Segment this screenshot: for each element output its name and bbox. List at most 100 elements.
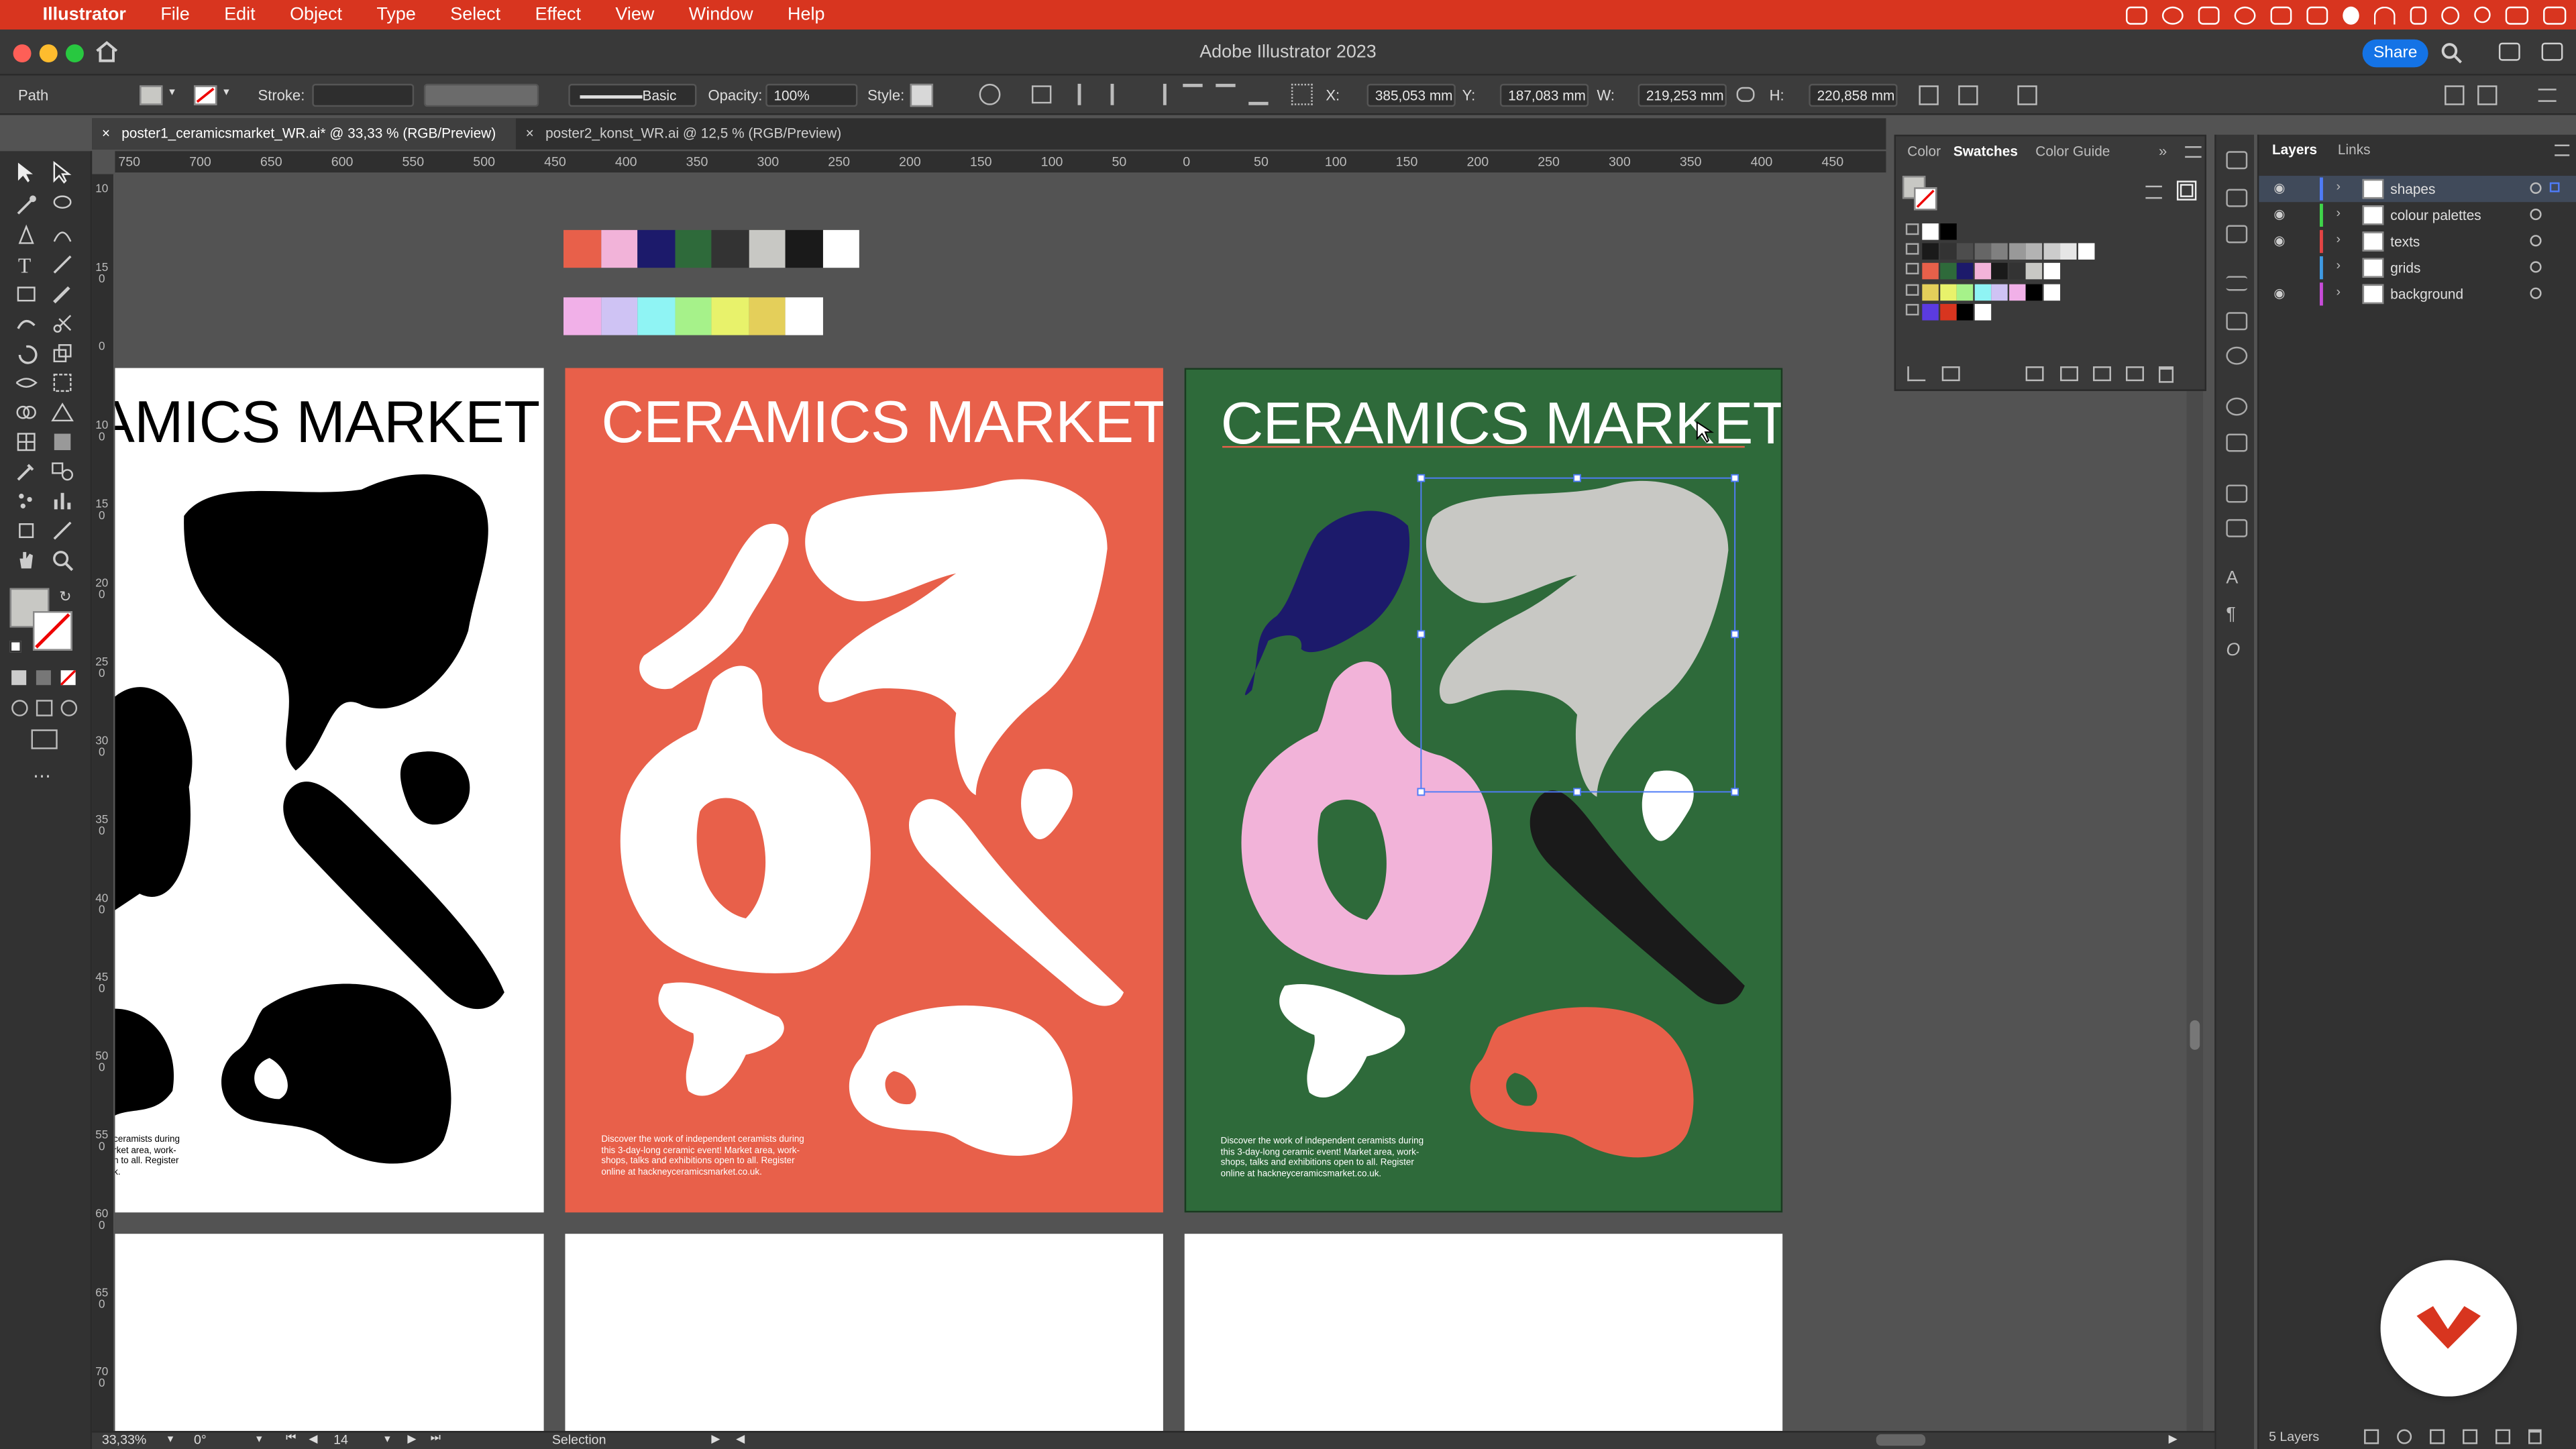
color-mode-icon[interactable] — [11, 670, 27, 686]
visibility-eye-icon[interactable]: ◉ — [2273, 180, 2285, 195]
x-field[interactable]: 385,053 mm — [1366, 83, 1456, 107]
layer-row[interactable]: ◉ › texts — [2259, 228, 2576, 254]
clipping-mask-icon[interactable] — [2430, 1429, 2445, 1444]
align-left-icon[interactable] — [1077, 83, 1097, 105]
swatch[interactable] — [1974, 263, 1990, 280]
chevron-down-icon[interactable]: ▾ — [169, 85, 175, 99]
opacity-field[interactable]: 100% — [765, 83, 858, 107]
align-right-icon[interactable] — [1146, 83, 1167, 105]
swatch[interactable] — [1974, 303, 1990, 321]
palette-swatch[interactable] — [564, 297, 601, 335]
expand-panel-icon[interactable]: » — [2159, 143, 2167, 159]
search-icon[interactable] — [2441, 43, 2463, 64]
swatch[interactable] — [1956, 243, 1974, 260]
color-group-folder-icon[interactable] — [1905, 263, 1919, 275]
last-artboard-icon[interactable]: ⏭ — [431, 1433, 441, 1446]
expand-chevron-icon[interactable]: › — [2336, 284, 2341, 299]
cc-icon[interactable] — [2126, 5, 2147, 24]
swap-colors-icon[interactable]: ↻ — [59, 588, 71, 606]
magic-wand-icon[interactable] — [15, 194, 38, 217]
search-icon[interactable] — [2474, 6, 2491, 23]
horizontal-scroll-thumb[interactable] — [1876, 1434, 1926, 1446]
locate-object-icon[interactable] — [2397, 1429, 2412, 1444]
panel-menu-icon[interactable] — [2185, 146, 2202, 158]
canvas[interactable]: AMICS MARKET t ceramists during arket ar… — [115, 174, 1886, 1432]
display-icon[interactable] — [2198, 5, 2220, 24]
swatch[interactable] — [2043, 283, 2059, 301]
chevron-down-icon[interactable]: ▾ — [168, 1433, 174, 1446]
collect-export-icon[interactable] — [2364, 1429, 2379, 1444]
swatch[interactable] — [1974, 283, 1990, 301]
rotate-tool-icon[interactable] — [15, 341, 38, 364]
tab-poster2[interactable]: × poster2_konst_WR.ai @ 12,5 % (RGB/Prev… — [516, 118, 861, 150]
artboard-number[interactable]: 14 — [333, 1433, 348, 1448]
artboard-poster-red[interactable]: CERAMICS MARKET Discover the work of ind… — [565, 368, 1163, 1213]
new-swatch-icon[interactable] — [2126, 366, 2144, 382]
draw-behind-icon[interactable] — [36, 700, 53, 716]
menu-help[interactable]: Help — [788, 5, 824, 24]
ceramic-shapes-coloured[interactable] — [1186, 370, 1782, 1212]
swatch[interactable] — [1939, 243, 1956, 260]
stroke-swatch[interactable] — [1914, 187, 1937, 211]
hamburger-icon[interactable] — [2538, 89, 2557, 102]
transform-icon[interactable] — [1919, 85, 1939, 105]
swatch[interactable] — [1956, 263, 1974, 280]
more-tools-icon[interactable]: ⋯ — [33, 765, 51, 787]
artboard-tool-icon[interactable] — [15, 519, 38, 542]
symbol-sprayer-icon[interactable] — [15, 490, 38, 513]
paragraph-icon[interactable]: ¶ — [2226, 605, 2247, 625]
stroke-color-box[interactable] — [32, 611, 72, 651]
palette-swatch[interactable] — [822, 229, 859, 267]
scale-tool-icon[interactable] — [51, 341, 74, 364]
libraries-icon[interactable] — [2226, 189, 2248, 207]
artboard-poster-white[interactable]: AMICS MARKET t ceramists during arket ar… — [115, 368, 544, 1213]
tab-poster1[interactable]: × poster1_ceramicsmarket_WR.ai* @ 33,33 … — [92, 118, 516, 150]
gradient-mode-icon[interactable] — [36, 670, 51, 686]
palette-swatch[interactable] — [600, 229, 638, 267]
swatch[interactable] — [2043, 243, 2059, 260]
swatch[interactable] — [2025, 263, 2043, 280]
swatch[interactable] — [1922, 223, 1939, 240]
isolate-icon[interactable] — [1958, 85, 1978, 105]
first-artboard-icon[interactable]: ⏮ — [286, 1433, 296, 1446]
palette-swatch[interactable] — [785, 297, 822, 335]
shaper-tool-icon[interactable] — [15, 312, 38, 335]
artboard-blank[interactable] — [1184, 1234, 1783, 1432]
list-view-icon[interactable] — [2145, 185, 2162, 199]
swatch[interactable] — [1922, 263, 1939, 280]
layer-row[interactable]: ◉ › shapes — [2259, 176, 2576, 203]
ceramic-shapes-white[interactable] — [565, 368, 1163, 1213]
cloud-icon[interactable] — [2234, 5, 2256, 24]
shape-builder-icon[interactable] — [15, 401, 38, 424]
user-icon[interactable] — [2441, 5, 2460, 24]
gradient-tool-icon[interactable] — [51, 431, 74, 453]
pen-tool-icon[interactable] — [15, 223, 38, 246]
reference-point-icon[interactable] — [1291, 83, 1313, 105]
menu-file[interactable]: File — [160, 5, 189, 24]
none-mode-icon[interactable] — [60, 669, 76, 686]
swatch[interactable] — [1939, 263, 1956, 280]
palette-swatch[interactable] — [711, 297, 749, 335]
status-menu-icon[interactable]: ▶ — [711, 1433, 720, 1446]
expand-chevron-icon[interactable]: › — [2336, 231, 2341, 246]
palette-swatch[interactable] — [564, 229, 601, 267]
character-icon[interactable]: A — [2226, 570, 2247, 588]
arrange-icon[interactable] — [2445, 85, 2465, 105]
close-tab-icon[interactable]: × — [102, 118, 110, 150]
chevron-down-icon[interactable]: ▾ — [223, 85, 229, 99]
workspace-icon[interactable] — [2498, 42, 2520, 61]
width-field[interactable]: 219,253 mm — [1638, 83, 1727, 107]
align-panel-icon[interactable] — [2226, 484, 2248, 503]
swatch[interactable] — [1939, 283, 1956, 301]
color-group-icon[interactable] — [2060, 366, 2078, 382]
screen-mode-icon[interactable] — [31, 729, 58, 749]
volume-icon[interactable] — [2410, 5, 2427, 24]
palette-swatch[interactable] — [748, 297, 786, 335]
menu-type[interactable]: Type — [376, 5, 415, 24]
palette-swatch[interactable] — [600, 297, 638, 335]
swatch[interactable] — [2008, 263, 2025, 280]
adobe-icon[interactable] — [2270, 5, 2292, 24]
draw-normal-icon[interactable] — [11, 700, 28, 716]
height-field[interactable]: 220,858 mm — [1809, 83, 1898, 107]
control-center-icon[interactable] — [2505, 5, 2529, 24]
